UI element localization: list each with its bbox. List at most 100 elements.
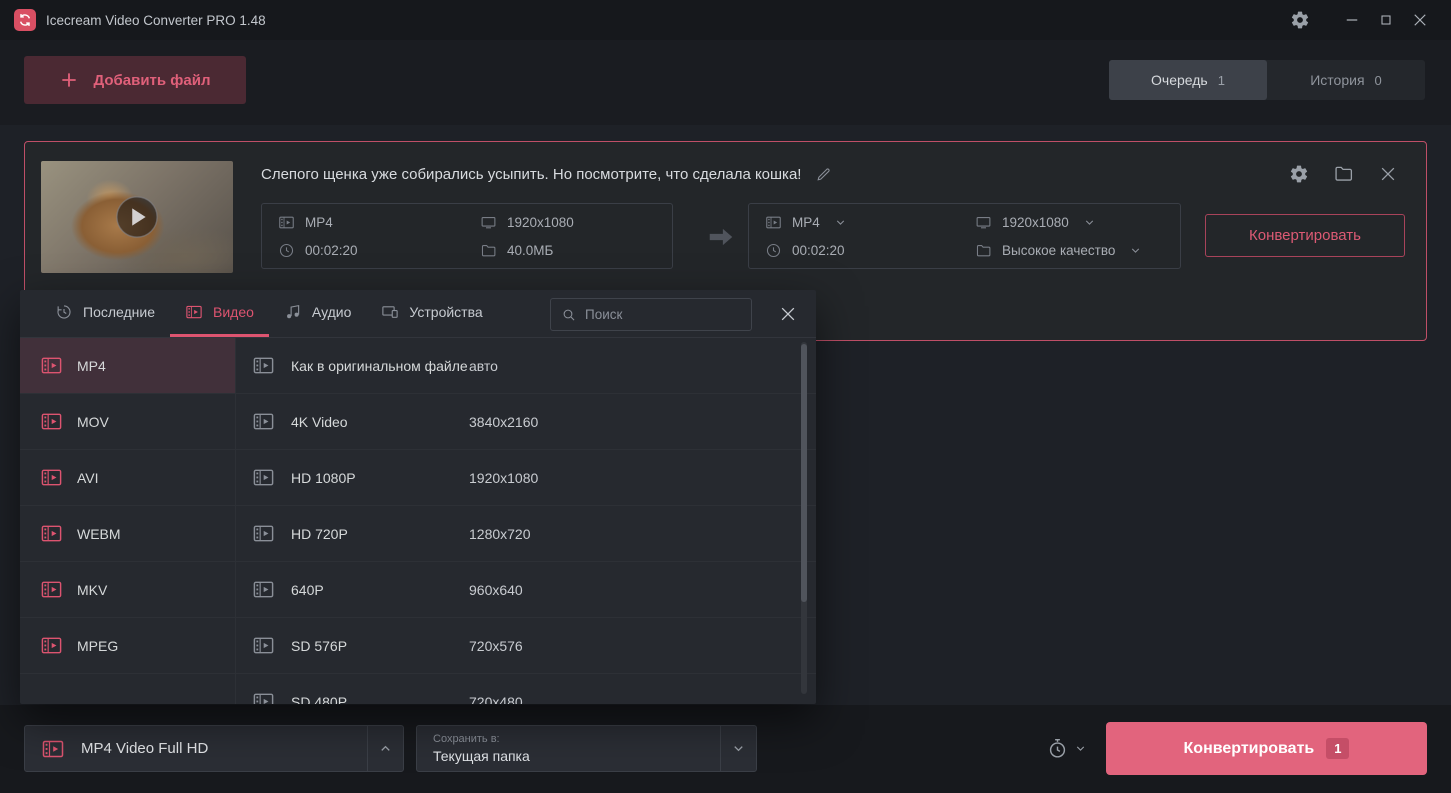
chevron-down-icon	[834, 216, 847, 229]
save-to-label: Сохранить в:	[433, 733, 530, 745]
convert-file-button[interactable]: Конвертировать	[1205, 214, 1405, 257]
video-file-icon	[40, 578, 63, 601]
format-search[interactable]	[550, 298, 752, 331]
video-file-icon	[252, 578, 275, 601]
monitor-icon	[975, 214, 992, 231]
plus-icon	[59, 70, 79, 90]
output-preset-dropdown[interactable]: MP4 Video Full HD	[24, 725, 404, 772]
save-to-value: Текущая папка	[433, 748, 530, 764]
preset-item-720p[interactable]: HD 720P 1280x720	[236, 506, 816, 562]
add-file-button[interactable]: Добавить файл	[24, 56, 246, 104]
preset-item-original[interactable]: Как в оригинальном файле авто	[236, 338, 816, 394]
video-file-icon	[252, 634, 275, 657]
queue-label: Очередь	[1151, 72, 1208, 88]
output-resolution-select[interactable]: 1920x1080	[975, 214, 1180, 231]
tab-devices[interactable]: Устройства	[366, 290, 497, 337]
file-title: Слепого щенка уже собирались усыпить. Но…	[261, 166, 801, 183]
source-resolution: 1920x1080	[480, 214, 672, 231]
history-icon	[55, 303, 73, 321]
output-quality-select[interactable]: Высокое качество	[975, 242, 1180, 259]
settings-gear-icon[interactable]	[1283, 5, 1317, 35]
devices-icon	[381, 303, 399, 321]
folder-icon	[480, 242, 497, 259]
scrollbar-thumb[interactable]	[801, 344, 807, 602]
play-button-icon[interactable]	[114, 194, 160, 240]
convert-all-label: Конвертировать	[1184, 740, 1315, 758]
popup-scrollbar[interactable]	[801, 342, 807, 694]
music-note-icon	[284, 303, 302, 321]
bottom-bar: MP4 Video Full HD Сохранить в: Текущая п…	[0, 705, 1451, 793]
format-item-mov[interactable]: MOV	[20, 394, 235, 450]
arrow-right-icon	[706, 222, 736, 252]
close-window-button[interactable]	[1403, 5, 1437, 35]
video-file-icon	[252, 466, 275, 489]
output-info-box: MP4 1920x1080 00:02:20 Высокое качество	[748, 203, 1181, 269]
video-file-icon	[40, 410, 63, 433]
video-file-icon	[40, 634, 63, 657]
preset-item-4k[interactable]: 4K Video 3840x2160	[236, 394, 816, 450]
video-file-icon	[40, 354, 63, 377]
history-label: История	[1310, 72, 1364, 88]
timer-icon	[1046, 737, 1069, 760]
tab-video[interactable]: Видео	[170, 290, 269, 337]
tab-history[interactable]: История 0	[1267, 60, 1425, 100]
convert-count-badge: 1	[1326, 738, 1349, 759]
add-file-label: Добавить файл	[93, 72, 210, 89]
format-popup-body: MP4 MOV AVI WEBM MKV	[20, 338, 816, 704]
search-input[interactable]	[585, 307, 741, 322]
tab-audio[interactable]: Аудио	[269, 290, 367, 337]
format-item-mpeg[interactable]: MPEG	[20, 618, 235, 674]
preset-item-640p[interactable]: 640P 960x640	[236, 562, 816, 618]
popup-close-icon[interactable]	[778, 304, 798, 324]
video-file-icon	[40, 466, 63, 489]
video-file-icon	[40, 522, 63, 545]
window-title: Icecream Video Converter PRO 1.48	[46, 13, 266, 28]
queue-count: 1	[1218, 73, 1225, 88]
clock-icon	[765, 242, 782, 259]
queue-history-tabs: Очередь 1 История 0	[1109, 60, 1425, 100]
folder-icon	[975, 242, 992, 259]
film-icon	[185, 303, 203, 321]
video-file-icon	[252, 410, 275, 433]
format-item-avi[interactable]: AVI	[20, 450, 235, 506]
chevron-up-icon[interactable]	[367, 726, 403, 771]
tab-queue[interactable]: Очередь 1	[1109, 60, 1267, 100]
output-duration: 00:02:20	[765, 242, 975, 259]
remove-file-icon[interactable]	[1378, 164, 1398, 184]
convert-all-button[interactable]: Конвертировать 1	[1106, 722, 1427, 775]
format-item-mkv[interactable]: MKV	[20, 562, 235, 618]
chevron-down-icon[interactable]	[720, 726, 756, 771]
video-file-icon	[252, 522, 275, 545]
file-settings-gear-icon[interactable]	[1289, 164, 1309, 184]
format-item-webm[interactable]: WEBM	[20, 506, 235, 562]
maximize-button[interactable]	[1369, 5, 1403, 35]
preset-list: Как в оригинальном файле авто 4K Video 3…	[236, 338, 816, 704]
app-window: Icecream Video Converter PRO 1.48 Добави…	[0, 0, 1451, 793]
edit-title-icon[interactable]	[815, 166, 832, 183]
history-count: 0	[1375, 73, 1382, 88]
format-popup-header: Последние Видео Аудио Устройства	[20, 290, 816, 338]
video-file-icon	[252, 690, 275, 704]
chevron-down-icon	[1129, 244, 1142, 257]
monitor-icon	[480, 214, 497, 231]
format-item-mp4[interactable]: MP4	[20, 338, 235, 394]
video-file-icon	[252, 354, 275, 377]
search-icon	[561, 307, 577, 323]
tab-recent[interactable]: Последние	[40, 290, 170, 337]
film-icon	[765, 214, 782, 231]
format-popup: Последние Видео Аудио Устройства	[20, 290, 816, 704]
source-info-box: MP4 1920x1080 00:02:20 40.0МБ	[261, 203, 673, 269]
preset-item-480p[interactable]: SD 480P 720x480	[236, 674, 816, 704]
save-to-dropdown[interactable]: Сохранить в: Текущая папка	[416, 725, 757, 772]
output-format-select[interactable]: MP4	[765, 214, 975, 231]
video-thumbnail[interactable]	[41, 161, 233, 273]
source-duration: 00:02:20	[278, 242, 480, 259]
open-folder-icon[interactable]	[1333, 163, 1354, 184]
app-logo-icon	[14, 9, 36, 31]
schedule-timer-control[interactable]	[1046, 737, 1087, 760]
video-file-icon	[41, 737, 65, 761]
minimize-button[interactable]	[1335, 5, 1369, 35]
preset-item-1080p[interactable]: HD 1080P 1920x1080	[236, 450, 816, 506]
preset-item-576p[interactable]: SD 576P 720x576	[236, 618, 816, 674]
source-size: 40.0МБ	[480, 242, 672, 259]
